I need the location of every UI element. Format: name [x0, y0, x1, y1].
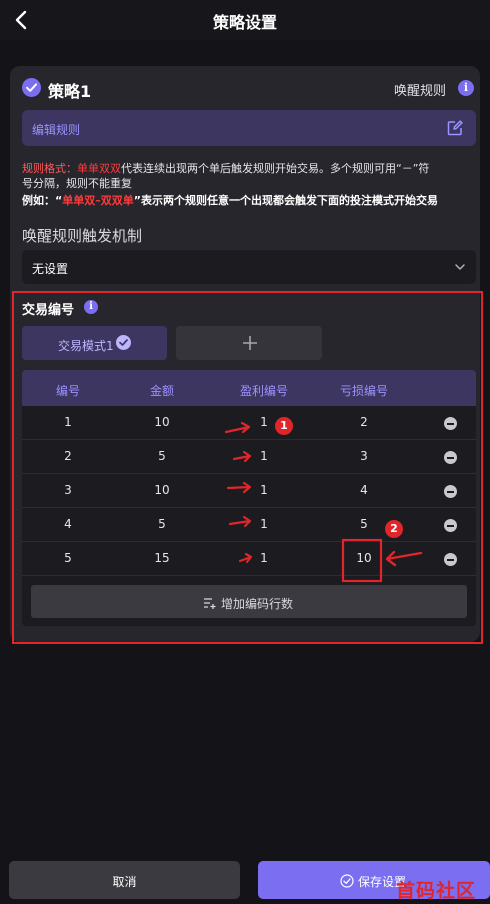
chevron-down-icon [452, 259, 468, 275]
top-bar: 策略设置 [0, 0, 490, 40]
trade-section-title: 交易编号 [22, 303, 75, 318]
table-header: 编号 金额 盈利编号 亏损编号 [22, 370, 476, 406]
strategy-header: 策略1 唤醒规则 i [22, 76, 478, 101]
column-header: 亏损编号 [339, 384, 388, 398]
cell-profit[interactable]: 1 [224, 517, 304, 531]
table-row: 3 10 1 4 [22, 474, 476, 508]
example-text: ”表示两个规则任意一个出现都会触发下面的投注模式开始交易 [133, 194, 438, 207]
cell-id[interactable]: 4 [28, 517, 108, 531]
trade-table: 编号 金额 盈利编号 亏损编号 1 10 1 2 2 5 1 3 3 10 1 … [22, 370, 476, 626]
tab-label: 交易模式1 [58, 339, 114, 353]
cell-loss[interactable]: 10 [324, 551, 404, 565]
cancel-button[interactable]: 取消 [9, 861, 240, 899]
remove-row-icon[interactable] [444, 417, 457, 430]
cell-amount[interactable]: 15 [122, 551, 202, 565]
page-title: 策略设置 [212, 13, 277, 32]
annotation-badge: 2 [385, 520, 403, 538]
wake-rule-label[interactable]: 唤醒规则 [394, 80, 446, 99]
cell-amount[interactable]: 5 [122, 517, 202, 531]
remove-row-icon[interactable] [444, 519, 457, 532]
add-rows-label: 增加编码行数 [221, 597, 294, 611]
add-mode-button[interactable] [176, 326, 322, 360]
check-circle-icon [340, 873, 354, 888]
example-prefix: 例如：“ [22, 194, 63, 207]
edit-icon[interactable] [446, 119, 464, 137]
cell-profit[interactable]: 1 [224, 551, 304, 565]
cell-profit[interactable]: 1 [224, 449, 304, 463]
example-rule: 单单双–双双单 [62, 194, 134, 207]
hint-label: 规则格式： [22, 162, 77, 175]
cell-amount[interactable]: 10 [122, 415, 202, 429]
plus-icon [240, 333, 260, 353]
column-header: 编号 [55, 384, 80, 398]
rule-format-hint-line2: 号分隔，规则不能重复 [22, 177, 132, 190]
trigger-section-title: 唤醒规则触发机制 [22, 227, 143, 245]
cell-amount[interactable]: 10 [122, 483, 202, 497]
cell-loss[interactable]: 3 [324, 449, 404, 463]
remove-row-icon[interactable] [444, 485, 457, 498]
edit-rule-button[interactable]: 编辑规则 [22, 110, 476, 146]
tab-trade-mode-1[interactable]: 交易模式1 [22, 326, 167, 360]
edit-rule-label: 编辑规则 [32, 123, 81, 137]
cell-id[interactable]: 3 [28, 483, 108, 497]
remove-row-icon[interactable] [444, 451, 457, 464]
hint-example: 单单双双 [77, 162, 121, 175]
column-header: 金额 [149, 384, 174, 398]
rule-format-hint-line1: 规则格式：单单双双代表连续出现两个单后触发规则开始交易。多个规则可用“－”符 [22, 161, 429, 177]
add-rows-button[interactable]: 增加编码行数 [31, 585, 467, 618]
trigger-select-value: 无设置 [32, 262, 69, 276]
strategy-name: 策略1 [48, 82, 92, 101]
cell-loss[interactable]: 4 [324, 483, 404, 497]
cell-loss[interactable]: 2 [324, 415, 404, 429]
watermark: 首码社区 [396, 880, 477, 902]
cancel-label: 取消 [112, 875, 137, 889]
list-add-icon [203, 595, 217, 609]
cell-amount[interactable]: 5 [122, 449, 202, 463]
cell-id[interactable]: 5 [28, 551, 108, 565]
cell-profit[interactable]: 1 [224, 483, 304, 497]
remove-row-icon[interactable] [444, 553, 457, 566]
check-circle-icon[interactable] [22, 78, 41, 97]
check-circle-icon [116, 335, 131, 350]
table-row: 5 15 1 10 [22, 542, 476, 576]
annotation-badge: 1 [275, 417, 293, 435]
info-icon[interactable]: i [84, 300, 98, 314]
column-header: 盈利编号 [239, 384, 288, 398]
info-icon[interactable]: i [458, 80, 474, 96]
cell-id[interactable]: 2 [28, 449, 108, 463]
hint-text: 代表连续出现两个单后触发规则开始交易。多个规则可用“－”符 [121, 162, 430, 175]
rule-example-hint: 例如：“单单双–双双单”表示两个规则任意一个出现都会触发下面的投注模式开始交易 [22, 193, 438, 209]
cell-id[interactable]: 1 [28, 415, 108, 429]
table-row: 4 5 1 5 [22, 508, 476, 542]
trigger-select[interactable]: 无设置 [22, 250, 476, 284]
table-row: 1 10 1 2 [22, 406, 476, 440]
table-row: 2 5 1 3 [22, 440, 476, 474]
